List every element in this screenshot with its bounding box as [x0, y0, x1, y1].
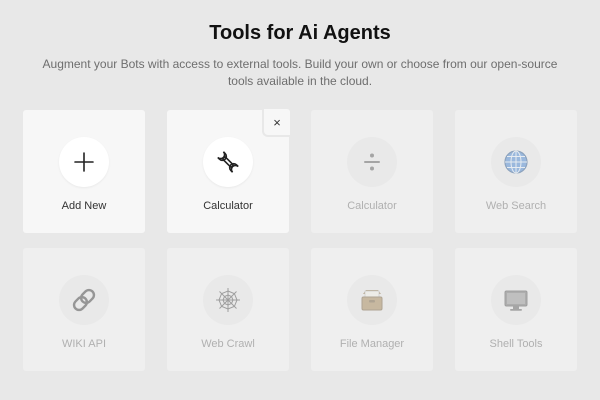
tool-label: Web Search: [485, 200, 547, 212]
tool-card-web-search[interactable]: Web Search: [455, 110, 577, 233]
tool-card-wiki-api[interactable]: WIKI API: [23, 248, 145, 371]
plus-icon: [74, 152, 94, 172]
divide-icon: [364, 153, 380, 171]
tools-grid: Add New × Calculator Calculator Web Sear…: [23, 109, 577, 371]
spider-web-icon: [216, 288, 240, 312]
tool-label: WIKI API: [61, 338, 106, 350]
tool-card-web-crawl[interactable]: Web Crawl: [167, 248, 289, 371]
tool-label: Web Crawl: [201, 338, 255, 350]
file-box-icon: [361, 290, 383, 311]
link-icon: [72, 288, 96, 312]
remove-tool-button[interactable]: ×: [262, 109, 290, 137]
tool-icon-circle: [203, 137, 253, 187]
tool-card-file-manager[interactable]: File Manager: [311, 248, 433, 371]
wrench-icon: [217, 151, 239, 173]
monitor-icon: [504, 290, 528, 311]
tool-icon-circle: [491, 275, 541, 325]
tool-icon-circle: [491, 137, 541, 187]
tool-icon-circle: [347, 275, 397, 325]
tool-label: File Manager: [339, 338, 405, 350]
page-subtitle: Augment your Bots with access to externa…: [42, 57, 558, 88]
globe-icon: [504, 150, 528, 174]
tool-card-calculator-template[interactable]: Calculator: [311, 110, 433, 233]
tool-label: Add New: [61, 200, 107, 212]
tool-card-calculator[interactable]: × Calculator: [167, 109, 290, 233]
page-title: Tools for Ai Agents: [209, 22, 391, 44]
close-icon: ×: [273, 114, 281, 130]
tool-label: Calculator: [347, 200, 397, 212]
tool-icon-circle: [59, 275, 109, 325]
tool-icon-circle: [203, 275, 253, 325]
tool-card-shell-tools[interactable]: Shell Tools: [455, 248, 577, 371]
tool-icon-circle: [347, 137, 397, 187]
tool-label: Shell Tools: [489, 338, 543, 350]
tool-card-add-new[interactable]: Add New: [23, 110, 145, 233]
tool-icon-circle: [59, 137, 109, 187]
tool-label: Calculator: [203, 200, 253, 212]
